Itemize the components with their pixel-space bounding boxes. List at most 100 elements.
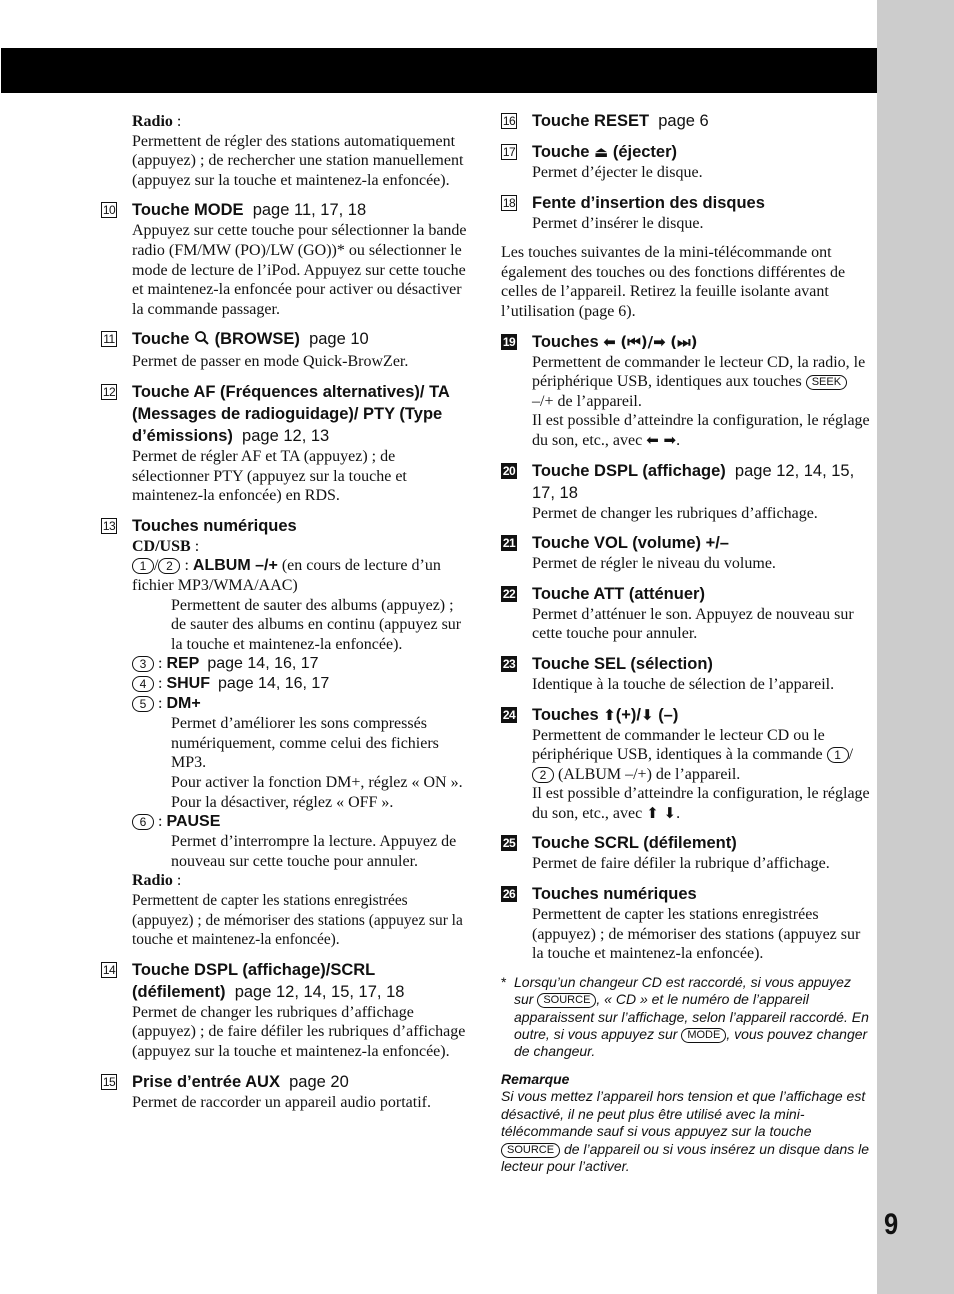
key-4: 4 [132,676,154,693]
item-number: 26 [501,886,517,903]
key-1: 1 [132,558,154,575]
item-number: 16 [501,113,517,129]
item-title: Touche ⏏ (éjecter) [532,143,678,161]
item-title: Touche SEL (sélection) [532,654,713,673]
item-description: Permet de régler le niveau du volume. [532,555,776,573]
item-description: Permet de changer les rubriques d’affich… [532,504,818,522]
footnote: * Lorsqu’un changeur CD est raccordé, si… [501,973,869,1060]
radio-intro-text: Permettent de régler des stations automa… [132,132,464,189]
page-reference: page 10 [309,330,369,349]
shuf-line: 4 : SHUF page 14, 16, 17 [132,674,471,694]
item-number: 12 [101,383,117,400]
radio-label: Radio [132,113,173,130]
mode-key: MODE [681,1028,727,1044]
item-title: Touche DSPL (affichage)/SCRL (défilement… [132,960,405,1001]
page-reference: page 12, 13 [242,426,330,445]
item-description: Permet d’éjecter le disque. [532,164,703,181]
item-number: 21 [501,535,517,552]
item-19: 19 Touches ⬅ (⏮)/➡ (⏭) Permettent de com… [501,331,871,451]
radio-intro: Radio : Permettent de régler des station… [132,113,464,189]
item-description: Permettent de commander le lecteur CD, l… [532,353,870,449]
dm-instructions: Pour activer la fonction DM+, réglez « O… [171,774,463,811]
item-title: Touche ATT (atténuer) [532,584,705,603]
item-18: 18 Fente d’insertion des disques Permet … [501,192,871,234]
previous-track-icon: (⏮)/ [620,332,654,351]
seek-key: SEEK [805,375,848,391]
item-24: 24 Touches ⬆(+)/⬇ (–) Permettent de comm… [501,704,871,824]
left-column: Radio : Permettent de régler des station… [101,110,471,1112]
item-title: Touche SCRL (défilement) [532,834,737,853]
page-reference: page 11, 17, 18 [252,201,367,220]
item-12: 12 Touche AF (Fréquences alternatives)/ … [101,381,471,506]
page-reference: page 6 [658,112,709,130]
item-description: Appuyez sur cette touche pour sélectionn… [132,222,467,318]
footnote-marker: * [501,973,507,990]
item-description: Permet de passer en mode Quick-BrowZer. [132,353,409,371]
item-number: 15 [101,1073,117,1090]
header-bar [1,48,877,93]
item-number: 25 [501,835,517,852]
pause-line: 6 : PAUSE [132,812,471,832]
item-number: 24 [501,706,517,723]
item-description: Permettent de commander le lecteur CD ou… [532,726,870,822]
item-description: Identique à la touche de sélection de l’… [532,675,835,693]
eject-icon: ⏏ [594,143,609,161]
radio-label: Radio [132,872,173,890]
item-title: Touches ⬆(+)/⬇ (–) [532,705,679,724]
left-right-arrows-icon: ⬅ ➡ [646,430,677,449]
page-reference: page 12, 14, 15, 17, 18 [234,982,405,1001]
item-title: Touches ⬅ (⏮)/➡ (⏭) [532,332,698,351]
cdusb-label: CD/USB [132,537,191,555]
item-number: 19 [501,333,517,350]
item-13: 13 Touches numériques CD/USB : 1/2 : ALB… [101,515,471,950]
item-title: Touches numériques [132,516,297,535]
item-title: Touche DSPL (affichage) page 12, 14, 15,… [532,461,855,502]
key-2: 2 [158,558,181,575]
up-arrow-icon: ⬆ [603,705,616,724]
search-icon [194,330,210,352]
item-title: Fente d’insertion des disques [532,193,765,212]
item-14: 14 Touche DSPL (affichage)/SCRL (défilem… [101,959,471,1062]
item-title: Touche (BROWSE) page 10 [132,328,471,352]
item-number: 14 [101,961,117,978]
item-number: 11 [101,331,117,348]
item-title: Touche RESET page 6 [532,112,709,130]
item-15: 15 Prise d’entrée AUX page 20 Permet de … [101,1071,471,1113]
next-track-icon: (⏭) [670,332,698,351]
left-arrow-icon: ⬅ [603,332,616,351]
key-3: 3 [132,656,154,673]
item-description: Permet de changer les rubriques d’affich… [132,1003,466,1060]
key-1: 1 [826,747,849,764]
item-title: Prise d’entrée AUX page 20 [132,1072,349,1091]
item-number: 22 [501,585,517,602]
item-20: 20 Touche DSPL (affichage) page 12, 14, … [501,460,871,524]
right-column: 16 Touche RESET page 6 17 Touche ⏏ (éjec… [501,110,871,1175]
item-title: Touche MODE page 11, 17, 18 [132,201,367,220]
pause-description: Permet d’interrompre la lecture. Appuyez… [171,833,457,870]
source-key: SOURCE [537,993,597,1009]
down-arrow-icon: ⬇ [641,705,654,724]
item-25: 25 Touche SCRL (défilement) Permet de fa… [501,832,871,874]
remark: Remarque Si vous mettez l’appareil hors … [501,1070,870,1174]
item-number: 23 [501,655,517,672]
right-arrow-icon: ➡ [653,332,666,351]
radio-description: Permettent de capter les stations enregi… [132,892,463,949]
item-description: Permet de régler AF et TA (appuyez) ; de… [132,447,407,505]
dm-description: Permet d’améliorer les sons compressés n… [171,715,439,772]
page-reference: page 20 [289,1072,349,1091]
page-number: 9 [884,1208,899,1241]
item-number: 17 [501,144,517,160]
item-11: 11 Touche (BROWSE) page 10 Permet de pas… [101,328,471,372]
side-tab-strip [877,0,954,1294]
album-description: Permettent de sauter des albums (appuyez… [171,596,462,653]
item-description: Permet de faire défiler la rubrique d’af… [532,855,830,873]
item-16: 16 Touche RESET page 6 [501,110,871,132]
item-title: Touche AF (Fréquences alternatives)/ TA … [132,382,450,445]
album-line: 1/2 : ALBUM –/+ (en cours de lecture d’u… [132,557,441,594]
item-description: Permettent de capter les stations enregi… [532,906,861,963]
source-key: SOURCE [501,1142,561,1158]
item-21: 21 Touche VOL (volume) +/– Permet de rég… [501,532,871,574]
rep-line: 3 : REP page 14, 16, 17 [132,654,471,674]
item-title: Touche VOL (volume) +/– [532,534,729,553]
key-5: 5 [132,696,154,713]
